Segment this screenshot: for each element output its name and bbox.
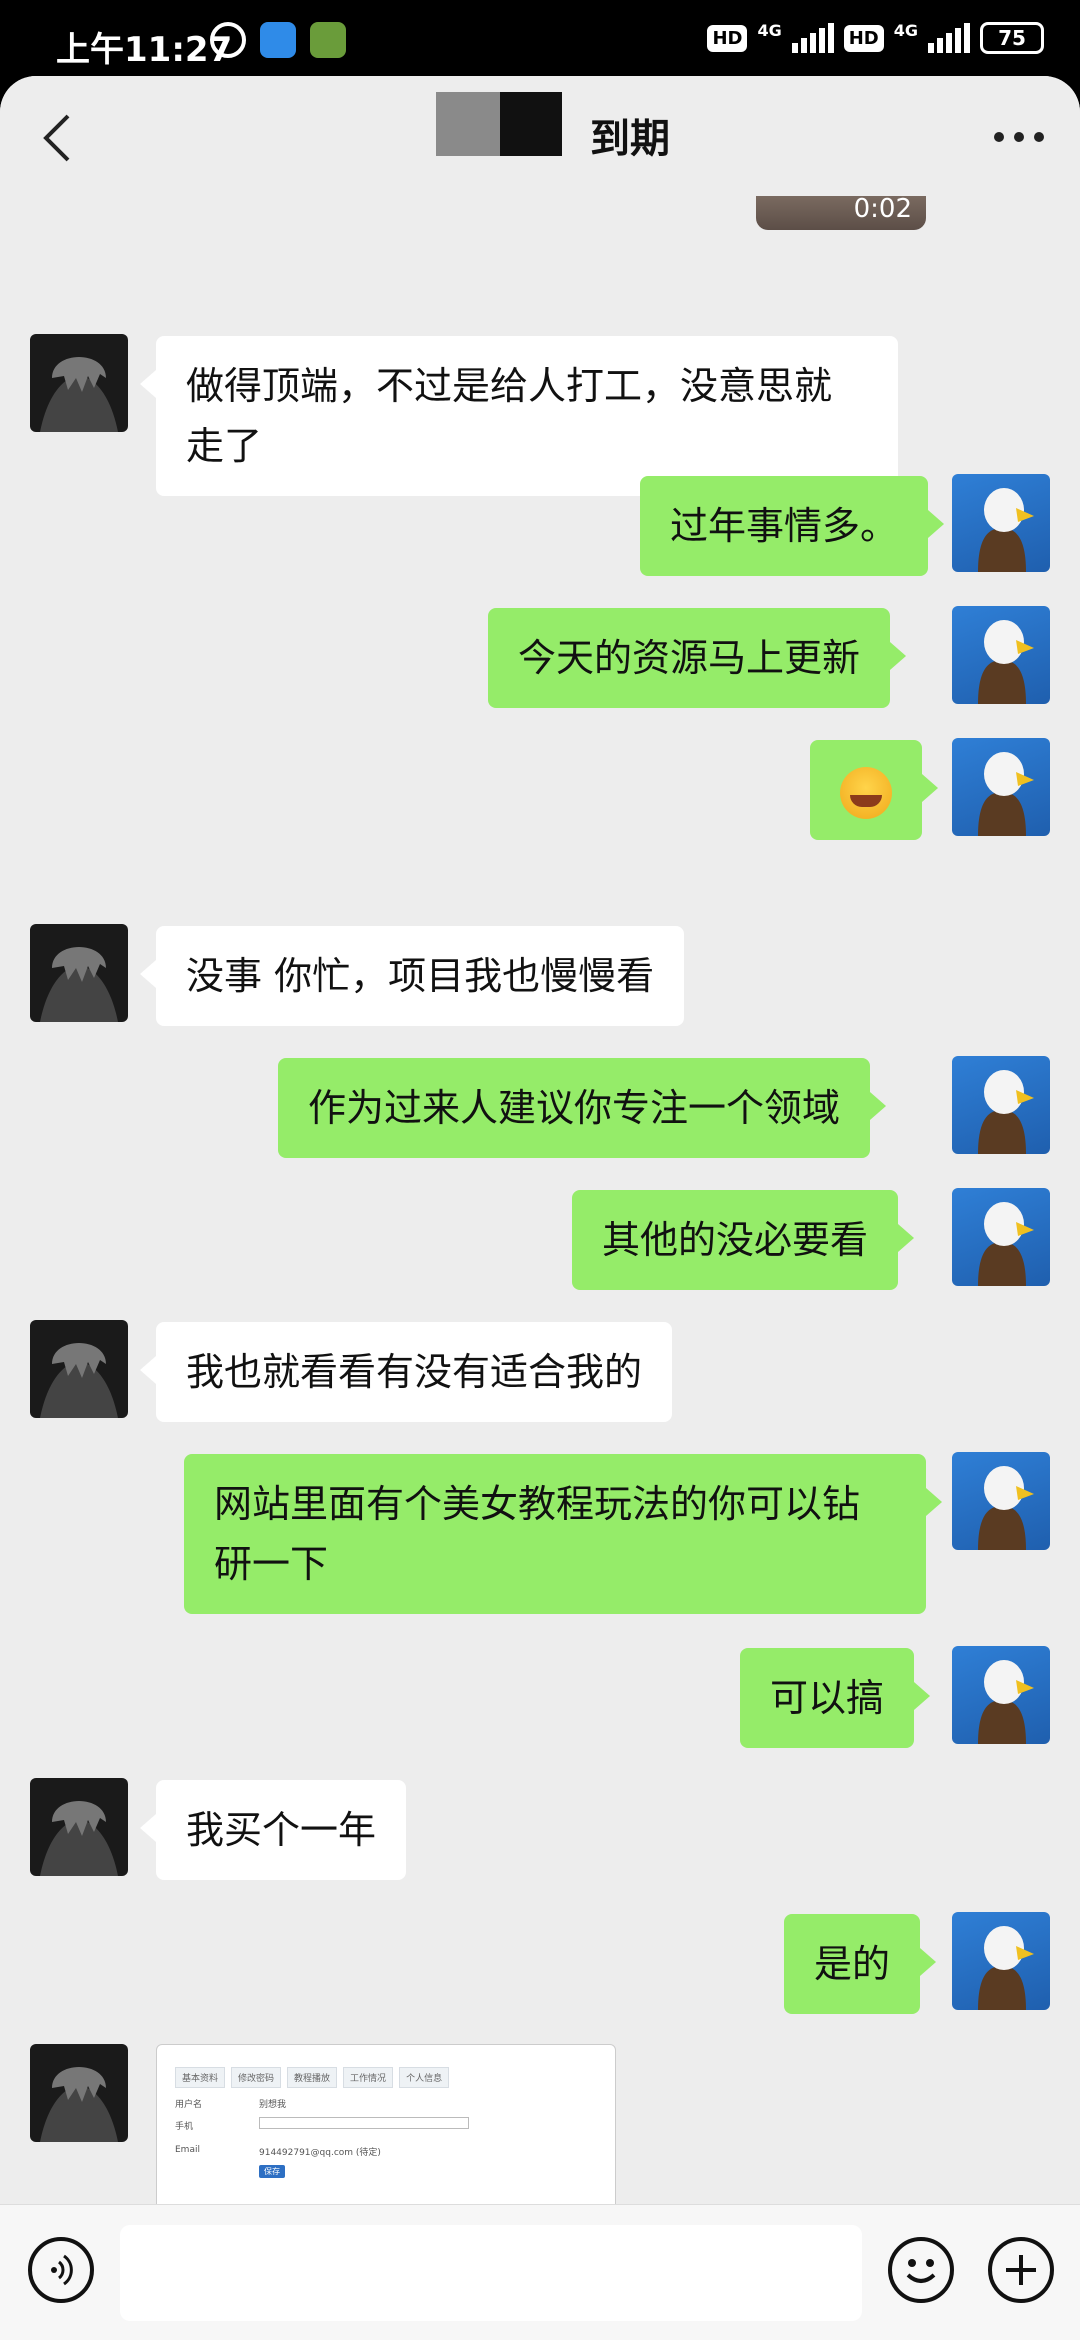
message-text: 其他的没必要看	[602, 1218, 869, 1262]
my-avatar[interactable]	[952, 1646, 1050, 1744]
signal-icon-2	[928, 23, 970, 53]
network-type: 4G	[757, 20, 782, 40]
telegram-icon	[260, 22, 296, 58]
message-bubble[interactable]: 可以搞	[740, 1648, 931, 1748]
laugh-cry-emoji-icon	[840, 766, 892, 819]
input-bar	[0, 2204, 1080, 2340]
image-row-label: 手机	[175, 2122, 194, 2132]
my-avatar[interactable]	[952, 1912, 1050, 2010]
message-text: 可以搞	[770, 1676, 885, 1720]
image-message[interactable]: 基本资料 修改密码 教程播放 工作情况 个人信息 用户名 别想我 手机 Emai…	[156, 2044, 616, 2204]
status-time: 上午11:27	[56, 30, 233, 70]
message-bubble[interactable]: 我也就看看有没有适合我的	[139, 1322, 673, 1422]
message-text: 过年事情多。	[670, 504, 899, 548]
message-bubble[interactable]: 网站里面有个美女教程玩法的你可以钻研一下	[184, 1454, 942, 1614]
back-arrow-icon[interactable]	[30, 108, 84, 168]
message-text: 网站里面有个美女教程玩法的你可以钻研一下	[214, 1482, 861, 1586]
message-bubble[interactable]: 没事 你忙，项目我也慢慢看	[139, 926, 685, 1026]
message-bubble[interactable]	[810, 740, 938, 840]
message-list[interactable]: 0:02 做得顶端，不过是给人打工，没意思就走了 过年事情多。 今天的资源马上更…	[0, 196, 1080, 2204]
contact-avatar[interactable]	[30, 334, 128, 432]
nav-bar: 到期	[0, 76, 1080, 196]
title-redaction-2	[500, 92, 562, 156]
message-bubble[interactable]: 其他的没必要看	[572, 1190, 915, 1290]
my-avatar[interactable]	[952, 1188, 1050, 1286]
emoji-icon[interactable]	[888, 2237, 954, 2303]
message-text: 是的	[814, 1942, 891, 1986]
message-bubble[interactable]: 作为过来人建议你专注一个领域	[278, 1058, 887, 1158]
message-bubble[interactable]: 过年事情多。	[640, 476, 945, 576]
my-avatar[interactable]	[952, 474, 1050, 572]
message-bubble[interactable]: 是的	[784, 1914, 937, 2014]
status-indicators: HD 4G HD 4G 75	[707, 20, 1044, 54]
message-input[interactable]	[120, 2225, 862, 2321]
signal-icon	[791, 23, 834, 53]
contact-avatar[interactable]	[30, 2044, 128, 2142]
image-tab: 基本资料	[175, 2067, 226, 2088]
plus-icon[interactable]	[988, 2237, 1054, 2303]
image-row-value: 914492791@qq.com (待定)	[259, 2148, 381, 2158]
hd-badge: HD	[707, 24, 748, 52]
network-type-2: 4G	[893, 20, 918, 40]
contact-avatar[interactable]	[30, 924, 128, 1022]
more-options-icon[interactable]	[994, 132, 1044, 142]
chat-title: 到期	[590, 116, 670, 162]
image-row-label: Email	[175, 2145, 200, 2155]
message-text: 我买个一年	[186, 1808, 377, 1852]
my-avatar[interactable]	[952, 738, 1050, 836]
status-bar: 上午11:27 HD 4G HD 4G 75	[0, 0, 1080, 78]
message-bubble[interactable]: 今天的资源马上更新	[488, 608, 907, 708]
alarm-icon	[210, 22, 246, 58]
video-message[interactable]: 0:02	[756, 196, 926, 230]
message-text: 作为过来人建议你专注一个领域	[308, 1086, 841, 1130]
battery-indicator: 75	[980, 22, 1044, 54]
image-input-box	[259, 2117, 469, 2129]
my-avatar[interactable]	[952, 1056, 1050, 1154]
image-tab: 修改密码	[231, 2067, 282, 2088]
hd-badge-2: HD	[843, 24, 884, 52]
message-text: 没事 你忙，项目我也慢慢看	[186, 954, 655, 998]
image-row-label: 用户名	[175, 2100, 203, 2110]
image-row-value: 别想我	[259, 2100, 287, 2110]
my-avatar[interactable]	[952, 1452, 1050, 1550]
chat-app: 到期 0:02 做得顶端，不过是给人打工，没意思就走了 过年事情多。 今天的资源…	[0, 76, 1080, 2340]
message-text: 我也就看看有没有适合我的	[186, 1350, 643, 1394]
image-tab: 工作情况	[343, 2067, 394, 2088]
image-tab: 教程播放	[287, 2067, 338, 2088]
status-notification-icons	[210, 22, 346, 58]
image-tabs: 基本资料 修改密码 教程播放 工作情况 个人信息	[175, 2067, 615, 2088]
video-duration: 0:02	[853, 196, 912, 224]
contact-avatar[interactable]	[30, 1320, 128, 1418]
app-notification-icon	[310, 22, 346, 58]
my-avatar[interactable]	[952, 606, 1050, 704]
voice-input-icon[interactable]	[28, 2237, 94, 2303]
image-save-button: 保存	[259, 2165, 285, 2178]
message-bubble[interactable]: 做得顶端，不过是给人打工，没意思就走了	[140, 336, 898, 496]
contact-avatar[interactable]	[30, 1778, 128, 1876]
message-text: 今天的资源马上更新	[518, 636, 861, 680]
message-text: 做得顶端，不过是给人打工，没意思就走了	[186, 364, 833, 468]
image-tab: 个人信息	[399, 2067, 450, 2088]
message-bubble[interactable]: 我买个一年	[139, 1780, 407, 1880]
